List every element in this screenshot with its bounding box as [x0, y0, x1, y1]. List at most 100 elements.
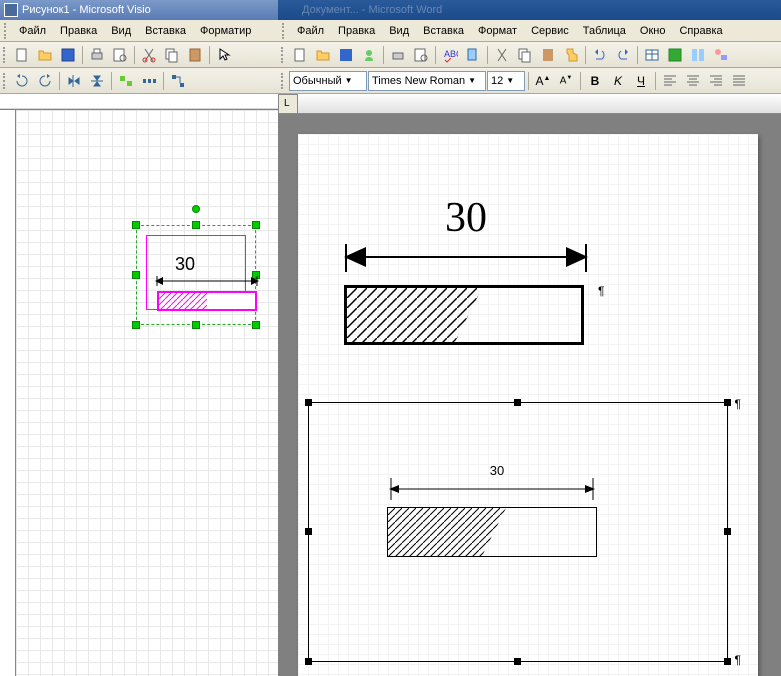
excel-button[interactable]	[664, 44, 686, 66]
frame-handle-ne[interactable]	[724, 399, 731, 406]
open-button[interactable]	[312, 44, 334, 66]
visio-h-ruler[interactable]	[0, 94, 278, 110]
menu-edit[interactable]: Правка	[332, 23, 381, 39]
frame-handle-n[interactable]	[514, 399, 521, 406]
print-button[interactable]	[86, 44, 108, 66]
pasted-visio-object-large[interactable]: 30	[336, 194, 596, 345]
permission-button[interactable]	[358, 44, 380, 66]
word-page[interactable]: 30 ¶	[298, 134, 758, 676]
frame-handle-sw[interactable]	[305, 658, 312, 665]
pointer-button[interactable]	[213, 44, 235, 66]
table-button[interactable]	[641, 44, 663, 66]
frame-handle-se[interactable]	[724, 658, 731, 665]
toolbar-grip[interactable]	[281, 73, 285, 89]
rotate-right-button[interactable]	[34, 70, 56, 92]
align-justify-button[interactable]	[728, 70, 750, 92]
menu-help[interactable]: Справка	[673, 23, 728, 39]
connector-button[interactable]	[167, 70, 189, 92]
undo-button[interactable]	[589, 44, 611, 66]
font-dropdown[interactable]: Times New Roman▼	[368, 71, 486, 91]
visio-titlebar[interactable]: Рисунок1 - Microsoft Visio	[0, 0, 278, 20]
menu-view[interactable]: Вид	[383, 23, 415, 39]
menu-format[interactable]: Форматир	[194, 23, 257, 39]
copy-button[interactable]	[161, 44, 183, 66]
copy-button[interactable]	[514, 44, 536, 66]
paste-button[interactable]	[537, 44, 559, 66]
resize-handle-se[interactable]	[252, 321, 260, 329]
shrink-font-button[interactable]: A▼	[555, 70, 577, 92]
resize-handle-nw[interactable]	[132, 221, 140, 229]
spell-button[interactable]: ABC	[439, 44, 461, 66]
big-hatch	[347, 288, 581, 342]
save-button[interactable]	[335, 44, 357, 66]
toolbar-grip[interactable]	[281, 47, 285, 63]
menu-window[interactable]: Окно	[634, 23, 672, 39]
menu-grip[interactable]	[282, 23, 286, 39]
format-painter-button[interactable]	[560, 44, 582, 66]
paste-button[interactable]	[184, 44, 206, 66]
rotation-handle[interactable]	[192, 205, 200, 213]
resize-handle-w[interactable]	[132, 271, 140, 279]
new-button[interactable]	[289, 44, 311, 66]
flip-v-button[interactable]	[86, 70, 108, 92]
menu-table[interactable]: Таблица	[577, 23, 632, 39]
visio-shape-group[interactable]: 30	[146, 235, 246, 310]
menu-format[interactable]: Формат	[472, 23, 523, 39]
flip-h-button[interactable]	[63, 70, 85, 92]
visio-v-ruler[interactable]	[0, 110, 16, 676]
bold-button[interactable]: B	[584, 70, 606, 92]
visio-rectangle-shape[interactable]	[157, 291, 257, 311]
open-button[interactable]	[34, 44, 56, 66]
pasted-visio-object-small[interactable]: 30	[387, 463, 607, 557]
resize-handle-sw[interactable]	[132, 321, 140, 329]
menu-view[interactable]: Вид	[105, 23, 137, 39]
word-titlebar[interactable]: Документ... - Microsoft Word	[278, 0, 781, 20]
preview-button[interactable]	[410, 44, 432, 66]
size-dropdown[interactable]: 12▼	[487, 71, 525, 91]
visio-workarea: 30	[0, 110, 278, 676]
tab-selector[interactable]: L	[278, 94, 298, 114]
grow-font-button[interactable]: A▲	[532, 70, 554, 92]
menu-service[interactable]: Сервис	[525, 23, 575, 39]
toolbar-grip[interactable]	[3, 73, 7, 89]
print-button[interactable]	[387, 44, 409, 66]
word-document-area[interactable]: 30 ¶	[278, 114, 781, 676]
rotate-left-button[interactable]	[11, 70, 33, 92]
menu-insert[interactable]: Вставка	[417, 23, 470, 39]
style-dropdown[interactable]: Обычный▼	[289, 71, 367, 91]
redo-button[interactable]	[612, 44, 634, 66]
research-button[interactable]	[462, 44, 484, 66]
frame-handle-w[interactable]	[305, 528, 312, 535]
cut-button[interactable]	[491, 44, 513, 66]
word-canvas-frame[interactable]: ¶ ¶ 30	[308, 402, 728, 662]
menu-file[interactable]: Файл	[291, 23, 330, 39]
align-button[interactable]	[115, 70, 137, 92]
align-left-button[interactable]	[659, 70, 681, 92]
frame-handle-nw[interactable]	[305, 399, 312, 406]
columns-button[interactable]	[687, 44, 709, 66]
frame-handle-e[interactable]	[724, 528, 731, 535]
menu-insert[interactable]: Вставка	[139, 23, 192, 39]
italic-button[interactable]: K	[607, 70, 629, 92]
align-center-button[interactable]	[682, 70, 704, 92]
word-toolbar-standard: ABC	[278, 42, 781, 68]
cut-button[interactable]	[138, 44, 160, 66]
menu-edit[interactable]: Правка	[54, 23, 103, 39]
menu-grip[interactable]	[4, 23, 8, 39]
toolbar-grip[interactable]	[3, 47, 7, 63]
word-h-ruler[interactable]	[298, 94, 781, 114]
distribute-button[interactable]	[138, 70, 160, 92]
drawing-button[interactable]	[710, 44, 732, 66]
resize-handle-ne[interactable]	[252, 221, 260, 229]
save-button[interactable]	[57, 44, 79, 66]
new-button[interactable]	[11, 44, 33, 66]
resize-handle-n[interactable]	[192, 221, 200, 229]
visio-canvas[interactable]: 30	[16, 110, 278, 676]
visio-selection-group[interactable]: 30	[136, 225, 256, 325]
resize-handle-s[interactable]	[192, 321, 200, 329]
frame-handle-s[interactable]	[514, 658, 521, 665]
underline-button[interactable]: Ч	[630, 70, 652, 92]
menu-file[interactable]: Файл	[13, 23, 52, 39]
align-right-button[interactable]	[705, 70, 727, 92]
preview-button[interactable]	[109, 44, 131, 66]
